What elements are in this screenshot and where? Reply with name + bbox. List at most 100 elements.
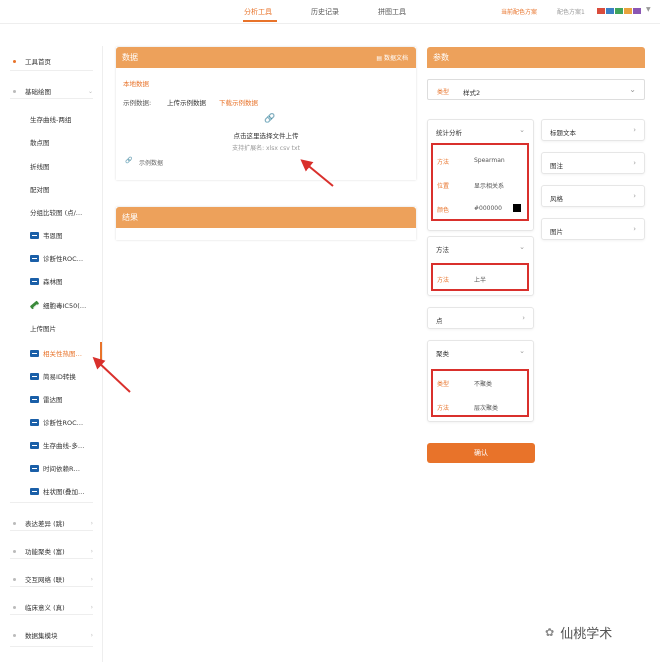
color-scheme-label[interactable]: 当前配色方案 [501,7,537,16]
sidebar-item-label: 时间依赖R… [43,465,81,473]
chevron-right-icon: › [90,575,93,583]
sidebar-item-label: 诊断性ROC… [43,255,84,263]
highlight-box-method [431,263,529,291]
sidebar-item[interactable]: 森林图 [0,270,100,292]
upload-example-link[interactable]: 上传示例数据 [167,97,206,107]
chart-icon [30,277,39,285]
extension-hint: 支持扩展名: xlsx csv txt [232,145,300,152]
image-card[interactable]: 图片 › [541,218,645,240]
chevron-down-icon: ⌄ [519,347,525,355]
swatch-green [615,8,623,14]
params-panel-title: 参数 [433,53,449,62]
sidebar-item[interactable]: › 数据集模块 [0,624,100,646]
bullet-icon [13,521,16,525]
sidebar-item[interactable]: › 交互网络 (联) [0,568,100,590]
cluster-card-title[interactable]: 聚类 [436,348,449,358]
confirm-button[interactable]: 确认 [427,443,535,463]
bullet-icon [13,89,16,93]
title-text-card[interactable]: 标题文本 › [541,119,645,141]
active-tab-underline [243,20,277,22]
download-example-link[interactable]: 下载示例数据 [219,97,258,107]
sidebar-item-label: 配对图 [30,186,50,194]
type-select[interactable]: 类型 样式2 ⌄ [427,79,645,100]
sidebar-item[interactable]: ⌄ 基础绘图 [0,80,100,102]
sidebar-item-label: 诊断性ROC… [43,419,84,427]
tab-history[interactable]: 历史记录 [311,7,339,17]
sidebar-item[interactable]: 诊断性ROC… [0,247,100,269]
sidebar-item[interactable]: › 临床意义 (真) [0,596,100,618]
attached-example-file[interactable]: 示例数据 [139,158,163,167]
chevron-right-icon: › [90,519,93,527]
sidebar-item-label: 简易ID转换 [43,373,76,381]
chevron-right-icon: › [633,159,636,167]
chart-icon [30,395,39,403]
tab-figure-tools[interactable]: 拼图工具 [378,7,406,17]
sidebar-item[interactable]: 雷达图 [0,388,100,410]
watermark: ✿ 仙桃学术 [545,623,612,642]
chart-icon [30,487,39,495]
chevron-right-icon: › [633,225,636,233]
sidebar: 工具首页 ⌄ 基础绘图生存曲线-两组 散点图 折线图配对图分组比较图 (点/… 韦恩图诊断… [0,46,103,662]
sidebar-item-label: 交互网络 (联) [25,576,65,584]
sidebar-item[interactable]: 相关性热图… [0,342,100,364]
sidebar-item-label: 森林图 [43,278,63,286]
upload-hint[interactable]: 点击这里选择文件上传 [116,130,416,140]
chart-icon [30,464,39,472]
point-card-title: 点 [436,317,443,325]
sidebar-item[interactable]: 生存曲线-两组 [0,108,100,130]
chevron-right-icon: › [90,547,93,555]
data-doc-label: 数据文档 [383,55,408,62]
point-card[interactable]: 点 › [427,307,534,329]
type-label: 类型 [437,89,450,96]
swatch-purple [633,8,641,14]
bullet-icon [13,605,16,609]
pill-icon [29,300,40,310]
chart-icon [30,372,39,380]
sidebar-active-indicator [100,342,102,364]
tab-analysis-tools[interactable]: 分析工具 [244,7,272,17]
sidebar-item[interactable]: 生存曲线-多… [0,434,100,456]
sidebar-item[interactable]: 韦恩图 [0,224,100,246]
sidebar-item[interactable]: 柱状图(叠加… [0,480,100,502]
sidebar-item-label: 雷达图 [43,396,63,404]
bullet-icon [13,59,16,63]
result-panel-header: 结果 [116,207,416,228]
sidebar-item-label: 相关性热图… [43,350,82,358]
upload-icon: 🔗 [264,114,276,124]
sidebar-item[interactable]: 工具首页 [0,50,100,72]
sidebar-item[interactable]: › 功能聚类 (富) [0,540,100,562]
sidebar-item-label: 数据集模块 [25,632,58,640]
sidebar-item-label: 细胞毒IC50(… [43,302,87,310]
chart-icon [30,441,39,449]
method-card-title[interactable]: 方法 [436,244,449,254]
sidebar-item[interactable]: 简易ID转换 [0,365,100,387]
sidebar-item[interactable]: 散点图 [0,131,100,153]
style-card[interactable]: 风格 › [541,185,645,207]
local-data-label[interactable]: 本地数据 [123,78,149,88]
stats-card-title[interactable]: 统计分析 [436,127,462,137]
data-doc-link[interactable]: ▤ 数据文档 [376,53,408,62]
watermark-text: 仙桃学术 [560,627,613,642]
result-panel: 结果 [116,207,416,240]
sidebar-item[interactable]: 分组比较图 (点/… [0,201,100,223]
data-panel-header: 数据 ▤ 数据文档 [116,47,416,68]
sidebar-item[interactable]: 上传图片 [0,317,100,339]
sidebar-item-label: 生存曲线-多… [43,442,85,450]
sidebar-divider [10,502,93,503]
wechat-icon: ✿ [545,626,555,639]
sidebar-item[interactable]: 配对图 [0,178,100,200]
chevron-down-icon: ⌄ [519,243,525,251]
highlight-box-stats [431,143,529,221]
sidebar-item-label: 柱状图(叠加… [43,488,85,496]
legend-card[interactable]: 图注 › [541,152,645,174]
sidebar-item[interactable]: 折线图 [0,155,100,177]
sidebar-item[interactable]: 诊断性ROC… [0,411,100,433]
chevron-right-icon: › [90,603,93,611]
bullet-icon [13,577,16,581]
chevron-right-icon: › [633,192,636,200]
sidebar-item[interactable]: 时间依赖R… [0,457,100,479]
scheme-dropdown-icon[interactable]: ▼ [646,6,651,13]
sidebar-item[interactable]: 细胞毒IC50(… [0,294,100,316]
swatch-blue [606,8,614,14]
sidebar-item[interactable]: › 表达差异 (跳) [0,512,100,534]
